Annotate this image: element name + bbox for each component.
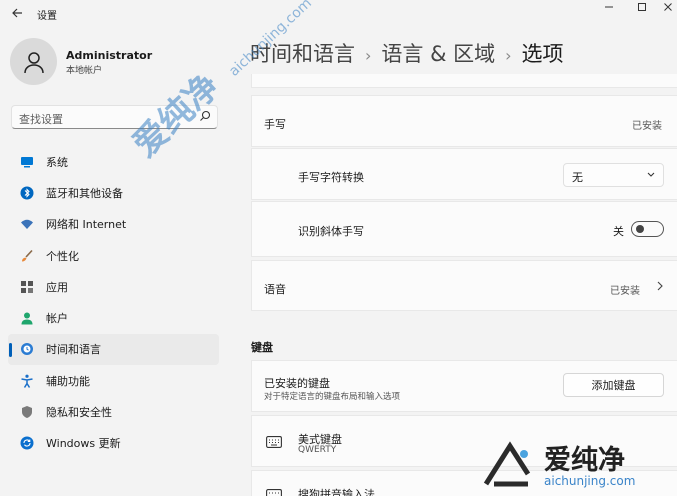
account-type: 本地帐户 xyxy=(66,66,103,76)
chevron-down-icon xyxy=(647,172,655,177)
search-placeholder: 查找设置 xyxy=(19,113,63,126)
sidebar-item-label: 辅助功能 xyxy=(46,374,90,388)
shield-icon xyxy=(20,405,34,419)
breadcrumb: 时间和语言 › 语言 & 区域 › 选项 xyxy=(250,38,564,68)
person-icon xyxy=(23,51,44,73)
user-name: Administrator xyxy=(66,49,153,62)
sidebar-item-privacy[interactable]: 隐私和安全性 xyxy=(8,396,219,427)
watermark-corner-url: aichunjing.com xyxy=(544,474,636,488)
minimize-icon xyxy=(605,6,613,8)
sidebar-item-label: 系统 xyxy=(46,155,68,169)
sidebar-item-network[interactable]: 网络和 Internet xyxy=(8,209,219,240)
chevron-right-icon xyxy=(657,281,663,291)
sidebar-item-label: Windows 更新 xyxy=(46,437,121,451)
italic-handwriting-label: 识别斜体手写 xyxy=(298,225,364,238)
app-title: 设置 xyxy=(37,11,57,22)
watermark-corner: 爱纯净 aichunjing.com xyxy=(470,430,677,496)
sidebar-item-label: 时间和语言 xyxy=(46,343,101,357)
minimize-button[interactable] xyxy=(594,0,624,14)
globe-clock-icon xyxy=(20,342,34,356)
handwriting-card: 手写 已安装 xyxy=(251,95,677,147)
breadcrumb-separator: › xyxy=(365,46,372,65)
keyboard-section-title: 键盘 xyxy=(251,341,273,354)
sidebar-item-apps[interactable]: 应用 xyxy=(8,271,219,302)
sidebar-item-bluetooth[interactable]: 蓝牙和其他设备 xyxy=(8,177,219,208)
sidebar-item-accounts[interactable]: 帐户 xyxy=(8,302,219,333)
watermark-logo-icon xyxy=(483,441,531,487)
italic-handwriting-toggle[interactable] xyxy=(631,221,664,237)
title-bar: 设置 xyxy=(0,0,677,26)
brush-icon xyxy=(20,249,34,263)
sidebar-item-label: 帐户 xyxy=(46,312,68,326)
sidebar-nav: 系统 蓝牙和其他设备 网络和 Internet 个性化 应用 帐户 时间和语言 … xyxy=(8,146,219,459)
watermark-corner-text: 爱纯净 xyxy=(544,445,625,476)
close-icon xyxy=(664,3,672,11)
speech-status: 已安装 xyxy=(610,286,640,297)
handwriting-conversion-label: 手写字符转换 xyxy=(298,171,364,184)
person-icon xyxy=(20,311,34,325)
handwriting-conversion-dropdown[interactable]: 无 xyxy=(563,163,664,187)
avatar xyxy=(10,38,57,85)
monitor-icon xyxy=(20,155,34,169)
sidebar-item-system[interactable]: 系统 xyxy=(8,146,219,177)
dropdown-value: 无 xyxy=(572,171,583,184)
sidebar-item-label: 应用 xyxy=(46,280,68,294)
wifi-icon xyxy=(20,217,34,231)
bluetooth-icon xyxy=(20,186,34,200)
handwriting-label: 手写 xyxy=(264,118,286,131)
sidebar-item-time-language[interactable]: 时间和语言 xyxy=(8,333,219,366)
page-title: 选项 xyxy=(521,42,564,66)
apps-icon xyxy=(20,280,34,294)
add-keyboard-button[interactable]: 添加键盘 xyxy=(563,373,664,397)
update-icon xyxy=(20,436,34,450)
installed-keyboards-desc: 对于特定语言的键盘布局和输入选项 xyxy=(264,392,401,402)
close-button[interactable] xyxy=(653,0,677,14)
card-partial xyxy=(251,74,677,88)
arrow-left-icon xyxy=(12,8,22,18)
sidebar-item-label: 网络和 Internet xyxy=(46,218,127,232)
sidebar-item-label: 蓝牙和其他设备 xyxy=(46,186,123,200)
installed-keyboards-label: 已安装的键盘 xyxy=(264,377,330,390)
back-button[interactable] xyxy=(8,4,26,22)
sidebar-item-windows-update[interactable]: Windows 更新 xyxy=(8,428,219,459)
sidebar-item-accessibility[interactable]: 辅助功能 xyxy=(8,365,219,396)
breadcrumb-language-region[interactable]: 语言 & 区域 xyxy=(381,42,495,66)
italic-toggle-state: 关 xyxy=(613,225,624,238)
sidebar-item-label: 个性化 xyxy=(46,249,79,263)
keyboard-item-name: 搜狗拼音输入法 xyxy=(298,488,375,496)
keyboard-icon xyxy=(266,436,282,451)
keyboard-icon xyxy=(266,489,282,496)
speech-label: 语音 xyxy=(264,283,286,296)
maximize-icon xyxy=(638,3,646,11)
breadcrumb-separator: › xyxy=(505,46,512,65)
keyboard-item-sub: QWERTY xyxy=(298,445,337,455)
sidebar-item-label: 隐私和安全性 xyxy=(46,406,112,420)
accessibility-icon xyxy=(20,374,34,388)
italic-handwriting-row: 识别斜体手写 关 xyxy=(251,201,677,257)
sidebar-item-personalization[interactable]: 个性化 xyxy=(8,240,219,271)
speech-card[interactable]: 语音 已安装 xyxy=(251,260,677,311)
toggle-knob xyxy=(636,225,644,233)
handwriting-status: 已安装 xyxy=(632,121,662,132)
